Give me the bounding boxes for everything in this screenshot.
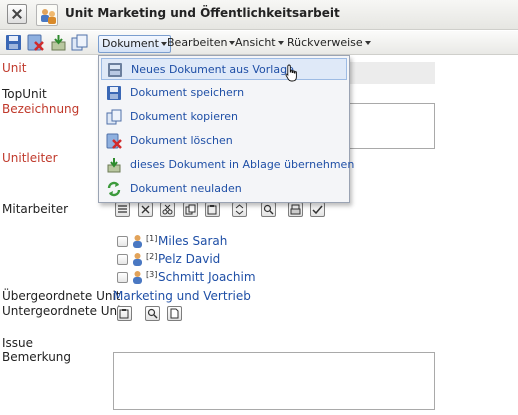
paste-icon[interactable] [117,306,132,321]
cut-icon[interactable] [160,202,175,217]
menu-item-label: Dokument neuladen [130,182,242,195]
menu-item-label: Dokument speichern [130,86,245,99]
reload-icon [106,181,122,197]
document-icon[interactable] [167,306,182,321]
menu-item-label: Neues Dokument aus Vorlage [131,63,294,76]
menu-rueckverweise-label: Rückverweise [287,36,363,49]
paste-icon[interactable] [205,202,220,217]
menu-ansicht[interactable]: Ansicht [232,35,287,53]
copy-icon[interactable] [71,34,88,51]
mitarbeiter-checkbox[interactable] [117,236,128,247]
menu-item-label: Dokument kopieren [130,110,239,123]
org-unit-icon [36,4,58,26]
unitleiter-label: Unitleiter [2,151,58,165]
uebergeordnete-unit-label: Übergeordnete Unit [2,289,121,303]
delete-icon [106,133,122,149]
close-icon[interactable] [7,4,27,24]
mitarbeiter-link[interactable]: Miles Sarah [158,234,227,248]
uebergeordnete-unit-link[interactable]: Marketing und Vertrieb [113,289,251,303]
menu-item-reload[interactable]: Dokument neuladen [101,178,347,200]
menu-ansicht-label: Ansicht [235,36,276,49]
unit-label: Unit [2,61,27,75]
menu-item-archive[interactable]: dieses Dokument in Ablage übernehmen [101,154,354,176]
search-icon[interactable] [145,306,160,321]
mitarbeiter-label: Mitarbeiter [2,202,69,216]
expand-collapse-icon[interactable] [232,202,247,217]
menu-item-label: Dokument löschen [130,134,233,147]
bezeichnung-label: Bezeichnung [2,102,80,116]
mitarbeiter-link[interactable]: Schmitt Joachim [158,270,256,284]
sort-icon[interactable] [115,202,130,217]
archive-icon[interactable] [50,34,67,51]
mitarbeiter-index: [1] [146,234,158,243]
issue-label: Issue [2,336,34,350]
hand-cursor-icon [284,64,300,82]
topunit-label: TopUnit [2,87,47,101]
mitarbeiter-index: [3] [146,270,158,279]
mitarbeiter-index: [2] [146,252,158,261]
menu-bearbeiten-label: Bearbeiten [167,36,228,49]
menu-rueckverweise[interactable]: Rückverweise [284,35,374,53]
checkmark-icon[interactable] [310,202,325,217]
menu-item-label: dieses Dokument in Ablage übernehmen [130,158,355,171]
person-icon [131,234,144,248]
menu-item-save[interactable]: Dokument speichern [101,82,347,104]
untergeordnete-units-label: Untergeordnete Units [2,304,132,318]
archive-icon [106,157,122,173]
chevron-down-icon [277,41,284,45]
mitarbeiter-checkbox[interactable] [117,272,128,283]
save-icon [106,85,122,101]
print-icon[interactable] [288,202,303,217]
menu-dokument[interactable]: Dokument [98,35,171,53]
menu-item-delete[interactable]: Dokument löschen [101,130,347,152]
bemerkung-label: Bemerkung [2,350,72,364]
person-icon [131,252,144,266]
copy-icon[interactable] [183,202,198,217]
save-icon[interactable] [5,34,22,51]
menu-item-copy[interactable]: Dokument kopieren [101,106,347,128]
new-from-template-icon [107,62,123,78]
menu-bearbeiten[interactable]: Bearbeiten [164,35,238,53]
window-title: Unit Marketing und Öffentlichkeitsarbeit [65,6,340,20]
menu-dokument-label: Dokument [102,37,159,50]
mitarbeiter-link[interactable]: Pelz David [158,252,220,266]
search-icon[interactable] [261,202,276,217]
mitarbeiter-checkbox[interactable] [117,254,128,265]
dokument-dropdown-menu: Neues Dokument aus Vorlage Dokument spei… [98,55,354,203]
copy-icon [106,109,122,125]
remove-icon[interactable] [138,202,153,217]
chevron-down-icon [364,41,371,45]
delete-document-icon[interactable] [27,34,44,51]
menu-item-new-from-template[interactable]: Neues Dokument aus Vorlage [101,58,347,80]
bemerkung-textarea[interactable] [113,352,435,410]
person-icon [131,270,144,284]
